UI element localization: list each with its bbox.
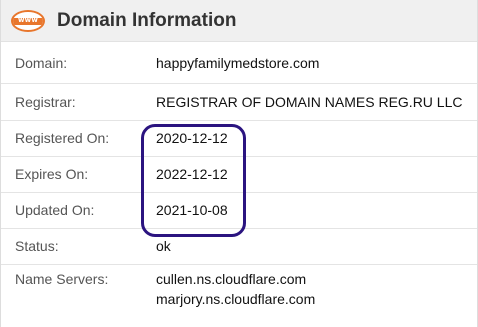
row-label: Name Servers: (15, 271, 109, 287)
row-value: cullen.ns.cloudflare.com marjory.ns.clou… (156, 269, 315, 309)
row-value: 2021-10-08 (156, 202, 228, 218)
row-status: Status: ok (1, 229, 477, 265)
row-value: REGISTRAR OF DOMAIN NAMES REG.RU LLC (156, 94, 463, 110)
name-server: marjory.ns.cloudflare.com (156, 291, 316, 307)
row-value: happyfamilymedstore.com (156, 55, 320, 71)
row-value: 2020-12-12 (156, 130, 228, 146)
row-expires-on: Expires On: 2022-12-12 (1, 157, 477, 193)
row-label: Registrar: (15, 94, 76, 110)
row-updated-on: Updated On: 2021-10-08 (1, 193, 477, 229)
name-server: cullen.ns.cloudflare.com (156, 271, 307, 287)
row-name-servers: Name Servers: cullen.ns.cloudflare.com m… (1, 265, 477, 327)
row-label: Expires On: (15, 166, 89, 182)
row-domain: Domain: happyfamilymedstore.com (1, 42, 477, 84)
row-registered-on: Registered On: 2020-12-12 (1, 121, 477, 157)
row-label: Updated On: (15, 202, 95, 218)
row-value: ok (156, 238, 171, 254)
row-value: 2022-12-12 (156, 166, 228, 182)
row-label: Status: (15, 238, 59, 254)
row-label: Domain: (15, 55, 68, 71)
www-icon-text: www (17, 16, 38, 24)
row-label: Registered On: (15, 130, 110, 146)
panel-title: Domain Information (57, 9, 237, 31)
row-registrar: Registrar: REGISTRAR OF DOMAIN NAMES REG… (1, 84, 477, 121)
panel-header: www Domain Information (1, 0, 477, 42)
www-icon: www (11, 9, 45, 32)
domain-info-panel: www Domain Information Domain: happyfami… (0, 0, 478, 327)
